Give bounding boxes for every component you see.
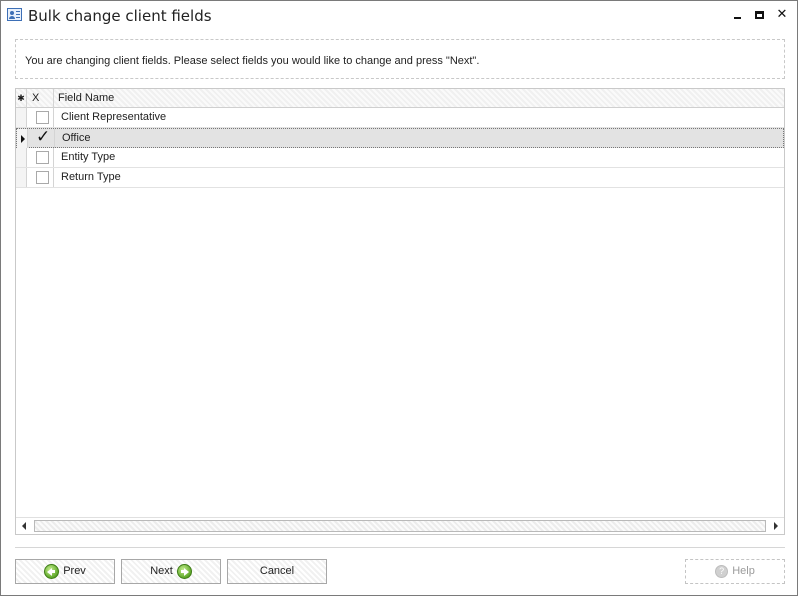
window-title: Bulk change client fields: [28, 7, 212, 25]
prev-button-label: Prev: [63, 565, 86, 577]
checkmark-icon[interactable]: ✓: [36, 127, 50, 147]
cancel-button[interactable]: Cancel: [227, 559, 327, 584]
help-button[interactable]: ? Help: [685, 559, 785, 584]
field-name-cell: Client Representative: [61, 111, 167, 123]
back-arrow-icon: [44, 564, 60, 579]
help-button-label: Help: [732, 565, 755, 577]
cancel-button-label: Cancel: [259, 565, 295, 577]
fields-grid: ✱ X Field Name Client Representative ✓ O…: [15, 88, 785, 535]
scroll-left-icon[interactable]: [22, 522, 26, 530]
current-row-arrow-icon: [21, 135, 25, 143]
prev-button[interactable]: Prev: [15, 559, 115, 584]
dialog-window: Bulk change client fields ✕ You are chan…: [0, 0, 798, 596]
table-row[interactable]: ✓ Office: [16, 127, 784, 148]
table-row[interactable]: Client Representative: [16, 108, 784, 128]
help-icon: ?: [715, 565, 729, 578]
row-indicator: [16, 108, 27, 127]
row-indicator: [17, 129, 28, 148]
next-button-label: Next: [150, 565, 173, 577]
field-name-cell: Office: [62, 132, 91, 144]
row-checkbox[interactable]: [36, 171, 49, 184]
scroll-right-icon[interactable]: [774, 522, 778, 530]
field-name-cell: Entity Type: [61, 151, 116, 163]
forward-arrow-icon: [176, 564, 192, 579]
minimize-button[interactable]: [730, 7, 746, 23]
horizontal-scrollbar[interactable]: [16, 517, 784, 534]
new-row-indicator-icon: ✱: [16, 89, 27, 108]
next-button[interactable]: Next: [121, 559, 221, 584]
row-indicator: [16, 148, 27, 167]
footer-divider: [15, 547, 785, 548]
close-button[interactable]: ✕: [774, 7, 790, 23]
field-name-cell: Return Type: [61, 171, 121, 183]
column-header-check[interactable]: X: [27, 89, 54, 108]
contact-card-icon: [7, 8, 22, 21]
table-row[interactable]: Entity Type: [16, 148, 784, 168]
row-indicator: [16, 168, 27, 187]
maximize-icon: [755, 11, 764, 19]
column-header-field-name[interactable]: Field Name: [54, 89, 784, 108]
minimize-icon: [734, 17, 741, 19]
info-message: You are changing client fields. Please s…: [25, 55, 480, 67]
grid-header: ✱ X Field Name: [16, 89, 784, 108]
scrollbar-thumb[interactable]: [34, 520, 766, 532]
close-icon: ✕: [776, 7, 788, 22]
table-row[interactable]: Return Type: [16, 168, 784, 188]
row-checkbox[interactable]: [36, 151, 49, 164]
title-bar: Bulk change client fields ✕: [1, 1, 797, 29]
info-panel: You are changing client fields. Please s…: [15, 39, 785, 79]
maximize-button[interactable]: [752, 7, 768, 23]
row-checkbox[interactable]: [36, 111, 49, 124]
